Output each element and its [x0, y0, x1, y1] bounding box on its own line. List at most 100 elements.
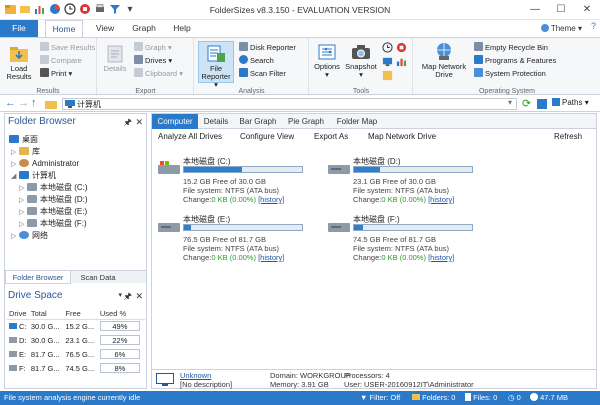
tab-computer[interactable]: Computer [152, 114, 198, 129]
address-dropdown-icon[interactable]: ▾ [508, 98, 512, 107]
drive-card-c[interactable]: 本地磁盘 (C:) 15.2 GB Free of 30.0 GB File s… [158, 156, 328, 211]
empty-recycle-bin-button[interactable]: Empty Recycle Bin [474, 42, 548, 53]
dropdown-icon[interactable]: ▾ [118, 288, 122, 304]
save-results-button[interactable]: Save Results [40, 42, 95, 53]
home-folder-icon[interactable] [45, 99, 57, 111]
history-link[interactable]: [history] [258, 253, 284, 262]
clock-icon[interactable] [382, 42, 393, 53]
options-button[interactable]: Options ▾ [312, 42, 342, 79]
tools-extra-icon[interactable] [382, 70, 393, 81]
compare-button[interactable]: Compare [40, 55, 82, 66]
tab-file[interactable]: File [0, 20, 38, 37]
search-button[interactable]: Search [239, 55, 274, 66]
table-row[interactable]: F: 81.7 G... 74.5 G... 8% [7, 361, 145, 375]
close-pane-icon[interactable]: ✕ [135, 114, 143, 130]
refresh-button[interactable]: Refresh [554, 131, 582, 143]
graph-icon [134, 42, 143, 51]
system-protection-button[interactable]: System Protection [474, 68, 546, 79]
expand-icon[interactable]: ▷ [11, 159, 17, 170]
table-row[interactable]: E: 81.7 G... 76.5 G... 6% [7, 347, 145, 361]
tree-item-drive-f[interactable]: ▷ 本地磁盘 (F:) [19, 218, 87, 229]
tab-view[interactable]: View [88, 20, 122, 37]
column-header[interactable]: Free [63, 308, 98, 320]
history-link[interactable]: [history] [428, 253, 454, 262]
tree-item-library[interactable]: ▷ 库 [11, 146, 40, 157]
pin-icon[interactable]: 🖈 [124, 114, 132, 130]
close-pane-icon[interactable]: ✕ [135, 288, 143, 304]
monitor-icon[interactable] [382, 56, 393, 67]
column-header[interactable]: Total [28, 308, 64, 320]
paths-menu[interactable]: Paths ▾ [552, 98, 589, 107]
file-reporter-button[interactable]: File Reporter ▾ [198, 41, 234, 89]
history-link[interactable]: [history] [428, 195, 454, 204]
tree-item-computer[interactable]: ◢ 计算机 [11, 170, 56, 181]
forward-arrow-icon[interactable]: → [18, 97, 29, 109]
theme-menu[interactable]: Theme ▾ [540, 20, 582, 37]
chart-icon[interactable] [396, 56, 407, 67]
tab-home[interactable]: Home [45, 20, 83, 37]
tab-folder-map[interactable]: Folder Map [332, 114, 382, 129]
tab-bar-graph[interactable]: Bar Graph [236, 114, 280, 129]
column-header[interactable]: Drive [7, 308, 29, 320]
filter-status[interactable]: ▼ Filter: Off [360, 391, 400, 405]
table-row[interactable]: D: 30.0 G... 23.1 G... 22% [7, 333, 145, 347]
column-header[interactable]: Used % [97, 308, 145, 320]
drive-card-f[interactable]: 本地磁盘 (F:) 74.5 GB Free of 81.7 GB File s… [328, 214, 498, 269]
computer-name-link[interactable]: Unknown [180, 371, 211, 380]
expand-icon[interactable]: ▷ [19, 183, 25, 194]
expand-icon[interactable]: ▷ [19, 207, 25, 218]
export-as-button[interactable]: Export As [314, 131, 348, 143]
table-row[interactable]: C: 30.0 G... 15.2 G... 49% [7, 319, 145, 333]
map-network-drive-ribbon-button[interactable]: Map Network Drive [417, 42, 471, 79]
tab-graph[interactable]: Graph [125, 20, 163, 37]
tab-details[interactable]: Details [200, 114, 232, 129]
history-link[interactable]: [history] [258, 195, 284, 204]
ribbon-group-export: Details Graph ▾ Drives ▾ Clipboard ▾ Exp… [98, 38, 194, 96]
help-icon[interactable]: ? [591, 21, 596, 31]
tree-item-drive-d[interactable]: ▷ 本地磁盘 (D:) [19, 194, 88, 205]
tree-item-network[interactable]: ▷ 网络 [11, 230, 48, 241]
scan-icon[interactable] [537, 99, 547, 111]
drive-icon [9, 322, 17, 329]
drive-card-d[interactable]: 本地磁盘 (D:) 23.1 GB Free of 30.0 GB File s… [328, 156, 498, 211]
drive-card-e[interactable]: 本地磁盘 (E:) 76.5 GB Free of 81.7 GB File s… [158, 214, 328, 269]
minimize-button[interactable]: — [522, 0, 548, 20]
tree-item-administrator[interactable]: ▷ Administrator [11, 158, 79, 169]
programs-features-button[interactable]: Programs & Features [474, 55, 556, 66]
stop-icon[interactable] [396, 42, 407, 53]
pin-icon[interactable]: 🖈 [124, 288, 132, 304]
drive-free-text: 23.1 GB Free of 30.0 GB [353, 177, 436, 186]
tree-item-desktop[interactable]: 桌面 [9, 134, 38, 145]
close-button[interactable]: ✕ [574, 0, 600, 20]
tree-item-drive-c[interactable]: ▷ 本地磁盘 (C:) [19, 182, 88, 193]
details-button[interactable]: Details [101, 44, 129, 73]
configure-view-button[interactable]: Configure View [240, 131, 294, 143]
snapshot-button[interactable]: Snapshot ▾ [343, 42, 379, 79]
expand-icon[interactable]: ▷ [19, 219, 25, 230]
tab-pie-graph[interactable]: Pie Graph [284, 114, 328, 129]
refresh-icon[interactable]: ⟳ [522, 97, 531, 110]
expand-icon[interactable]: ▷ [19, 195, 25, 206]
drive-icon [27, 195, 37, 203]
drives-icon [134, 55, 143, 64]
export-drives-button[interactable]: Drives ▾ [134, 55, 172, 66]
tab-help[interactable]: Help [166, 20, 198, 37]
export-graph-button[interactable]: Graph ▾ [134, 42, 172, 53]
scan-filter-button[interactable]: Scan Filter [239, 68, 286, 79]
tab-scan-data[interactable]: Scan Data [73, 271, 123, 284]
maximize-button[interactable]: ☐ [548, 0, 574, 20]
back-arrow-icon[interactable]: ← [5, 97, 16, 109]
address-input[interactable]: 计算机 [62, 98, 517, 110]
expand-icon[interactable]: ▷ [11, 231, 17, 242]
analyze-all-drives-button[interactable]: Analyze All Drives [158, 131, 222, 143]
load-results-button[interactable]: Load Results [4, 44, 34, 81]
tab-folder-browser[interactable]: Folder Browser [5, 271, 71, 284]
map-network-drive-button[interactable]: Map Network Drive [368, 131, 436, 143]
tree-item-drive-e[interactable]: ▷ 本地磁盘 (E:) [19, 206, 87, 217]
disk-reporter-button[interactable]: Disk Reporter [239, 42, 296, 53]
expand-icon[interactable]: ▷ [11, 147, 17, 158]
print-button[interactable]: Print ▾ [40, 68, 72, 79]
up-arrow-icon[interactable]: ↑ [31, 97, 37, 109]
collapse-icon[interactable]: ◢ [11, 171, 17, 182]
export-clipboard-button[interactable]: Clipboard ▾ [134, 68, 183, 79]
